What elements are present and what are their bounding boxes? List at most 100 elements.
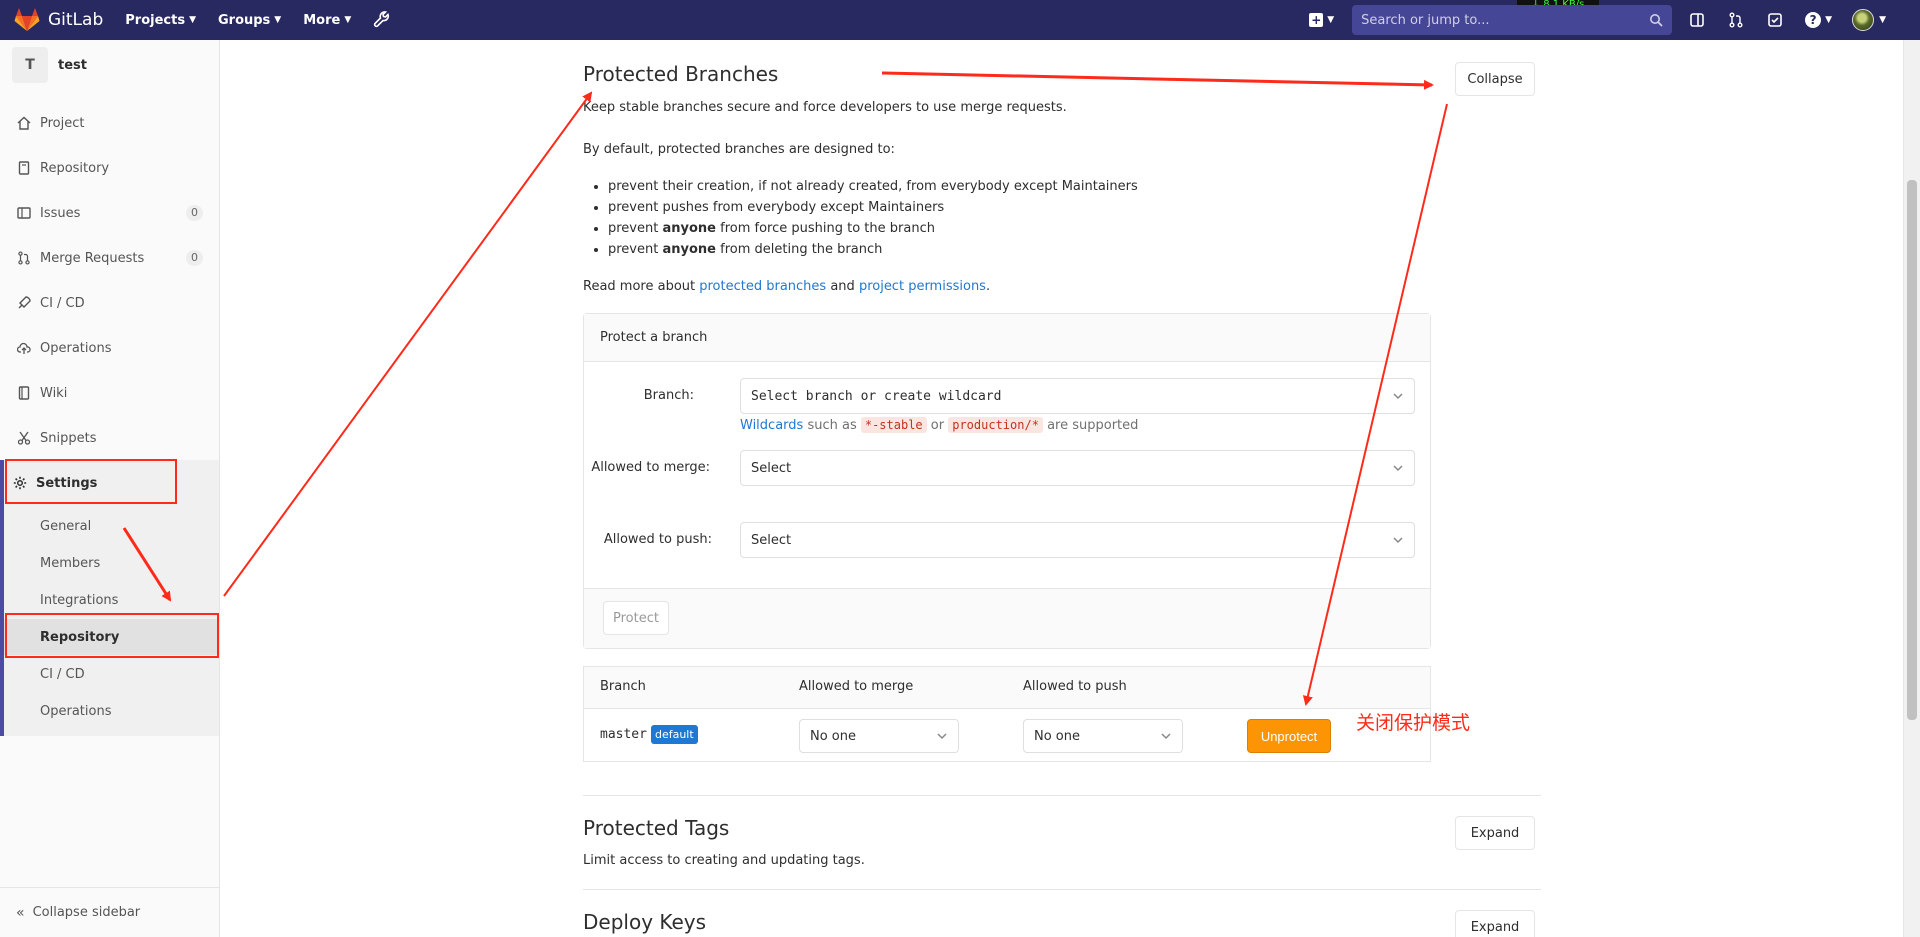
sidebar-item-label: Issues <box>40 205 81 221</box>
protected-branches-title: Protected Branches <box>583 62 779 86</box>
hint-code: production/* <box>948 417 1043 433</box>
sidebar-item-merge-requests[interactable]: Merge Requests 0 <box>0 240 219 276</box>
chevron-down-icon: ▼ <box>1879 15 1886 25</box>
cloud-icon <box>16 340 32 356</box>
wiki-book-icon <box>16 385 32 401</box>
admin-wrench-icon[interactable] <box>373 11 391 29</box>
list-item-text: prevent <box>608 221 663 236</box>
allowed-to-push-label: Allowed to push: <box>603 532 712 547</box>
deploy-keys-title: Deploy Keys <box>583 910 707 934</box>
chevron-down-icon <box>1393 537 1403 544</box>
home-icon <box>16 115 32 131</box>
protect-branch-panel: Protect a branch Branch: Select branch o… <box>583 313 1431 649</box>
list-item-bold: anyone <box>662 242 716 257</box>
book-icon <box>16 160 32 176</box>
merge-requests-icon[interactable] <box>1727 11 1745 29</box>
nav-groups-label: Groups <box>217 12 271 28</box>
sidebar-item-ci-cd[interactable]: CI / CD <box>0 285 219 321</box>
search-input[interactable] <box>1361 12 1650 28</box>
col-allowed-to-merge: Allowed to merge <box>799 679 914 694</box>
annotation-box-settings <box>5 459 177 504</box>
settings-sub-general[interactable]: General <box>4 508 219 544</box>
sidebar-item-issues[interactable]: Issues 0 <box>0 195 219 231</box>
collapse-button[interactable]: Collapse <box>1455 62 1535 96</box>
annotation-label: 关闭保护模式 <box>1356 712 1471 734</box>
push-access-value: No one <box>1034 728 1081 744</box>
protect-button[interactable]: Protect <box>603 601 669 635</box>
nav-groups[interactable]: Groups ▼ <box>218 13 281 28</box>
protected-tags-expand-button[interactable]: Expand <box>1455 816 1535 850</box>
protected-tags-title: Protected Tags <box>583 816 730 840</box>
allowed-to-merge-label: Allowed to merge: <box>591 460 710 475</box>
project-permissions-link[interactable]: project permissions <box>859 279 986 294</box>
settings-sub-operations[interactable]: Operations <box>4 693 219 729</box>
chevron-down-icon <box>937 733 947 740</box>
gitlab-fox-icon <box>14 8 40 31</box>
question-icon: ? <box>1805 12 1822 28</box>
chevron-down-icon <box>1393 393 1403 400</box>
new-item-dropdown[interactable]: + ▼ <box>1309 13 1334 27</box>
push-access-dropdown[interactable]: No one <box>1023 719 1183 753</box>
sidebar-project-header[interactable]: T test <box>0 40 219 90</box>
sidebar-item-project[interactable]: Project <box>0 105 219 141</box>
sidebar-item-label: Project <box>40 115 85 131</box>
unprotect-button[interactable]: Unprotect <box>1247 719 1331 753</box>
sidebar-item-operations[interactable]: Operations <box>0 330 219 366</box>
sidebar-item-label: Snippets <box>40 430 97 446</box>
protected-branches-intro: By default, protected branches are desig… <box>583 142 895 157</box>
branch-select[interactable]: Select branch or create wildcard <box>740 378 1415 414</box>
plus-square-icon: + <box>1309 13 1324 27</box>
protect-branch-header: Protect a branch <box>584 314 1430 362</box>
protected-branches-link[interactable]: protected branches <box>699 279 826 294</box>
sidebar-toggle-icon[interactable] <box>1688 11 1706 29</box>
push-select-value: Select <box>751 532 792 548</box>
hint-text: are supported <box>1042 418 1139 433</box>
allowed-to-merge-select[interactable]: Select <box>740 450 1415 486</box>
sidebar-item-repository[interactable]: Repository <box>0 150 219 186</box>
todos-icon[interactable] <box>1766 11 1784 29</box>
chevron-down-icon: ▼ <box>274 15 282 25</box>
wildcards-link[interactable]: Wildcards <box>740 418 803 433</box>
project-avatar: T <box>12 47 48 83</box>
list-item-text: from deleting the branch <box>716 242 883 257</box>
nav-more[interactable]: More ▼ <box>303 13 351 28</box>
list-item-text: prevent <box>608 242 663 257</box>
sidebar-item-wiki[interactable]: Wiki <box>0 375 219 411</box>
sidebar-item-label: Operations <box>40 340 112 356</box>
merge-access-dropdown[interactable]: No one <box>799 719 959 753</box>
protected-branches-table: Branch Allowed to merge Allowed to push … <box>583 666 1431 762</box>
list-item: prevent their creation, if not already c… <box>608 176 1138 197</box>
hint-text: or <box>926 418 949 433</box>
branch-name: master <box>600 727 647 742</box>
page-scrollbar[interactable] <box>1903 40 1920 937</box>
user-avatar <box>1852 9 1875 31</box>
chevron-down-icon: ▼ <box>1327 15 1335 25</box>
hint-code: *-stable <box>860 417 927 433</box>
list-item-bold: anyone <box>662 221 716 236</box>
search-box[interactable] <box>1352 5 1673 35</box>
deploy-keys-expand-button[interactable]: Expand <box>1455 910 1535 937</box>
protect-branch-footer: Protect <box>584 588 1430 648</box>
collapse-sidebar-button[interactable]: « Collapse sidebar <box>0 887 219 937</box>
section-divider <box>583 795 1541 796</box>
search-icon <box>1650 14 1663 27</box>
hint-text: such as <box>803 418 861 433</box>
settings-sub-ci-cd[interactable]: CI / CD <box>4 656 219 692</box>
sidebar-item-snippets[interactable]: Snippets <box>0 420 219 456</box>
user-menu[interactable]: ▼ <box>1852 9 1886 31</box>
allowed-to-push-select[interactable]: Select <box>740 522 1415 558</box>
issues-count-badge: 0 <box>186 205 203 221</box>
annotation-box-repository <box>5 613 219 658</box>
scrollbar-thumb[interactable] <box>1907 180 1917 720</box>
col-branch: Branch <box>600 679 646 694</box>
nav-projects[interactable]: Projects ▼ <box>125 13 196 28</box>
gitlab-logo[interactable]: GitLab <box>14 8 103 32</box>
read-more-and: and <box>826 279 859 294</box>
chevron-down-icon <box>1393 465 1403 472</box>
help-dropdown[interactable]: ? ▼ <box>1805 12 1832 28</box>
nav-projects-label: Projects <box>125 12 186 28</box>
list-item: prevent anyone from force pushing to the… <box>608 218 1138 239</box>
protected-branches-desc: Keep stable branches secure and force de… <box>583 100 1067 115</box>
settings-sub-members[interactable]: Members <box>4 545 219 581</box>
merge-access-value: No one <box>810 728 857 744</box>
